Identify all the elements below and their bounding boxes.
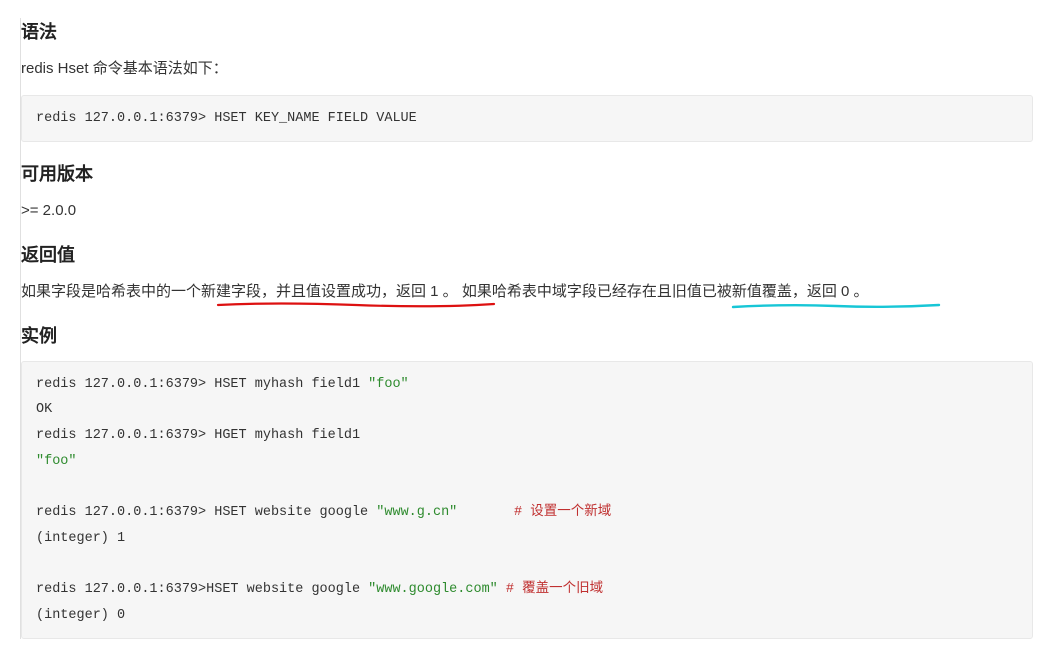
code-line: redis 127.0.0.1:6379> HSET KEY_NAME FIEL… xyxy=(36,106,1018,132)
code-line xyxy=(36,474,1018,500)
code-text: (integer) 0 xyxy=(36,608,125,623)
code-comment: # 设置一个新域 xyxy=(514,505,611,520)
return-text-a: 如果字段是哈希表中的一个新建字段，并且值设置成功，返回 1 。 xyxy=(21,283,462,300)
code-text: redis 127.0.0.1:6379> HGET myhash field1 xyxy=(36,428,360,443)
heading-return: 返回值 xyxy=(21,241,1033,270)
code-line: redis 127.0.0.1:6379>HSET website google… xyxy=(36,577,1018,603)
code-comment: # 覆盖一个旧域 xyxy=(506,582,603,597)
code-block-example: redis 127.0.0.1:6379> HSET myhash field1… xyxy=(21,361,1033,639)
code-line: redis 127.0.0.1:6379> HGET myhash field1 xyxy=(36,423,1018,449)
heading-example: 实例 xyxy=(21,322,1033,351)
code-string: "www.google.com" xyxy=(368,582,498,597)
code-line xyxy=(36,551,1018,577)
heading-version: 可用版本 xyxy=(21,160,1033,189)
doc-content: 语法 redis Hset 命令基本语法如下： redis 127.0.0.1:… xyxy=(20,18,1033,639)
code-block-syntax: redis 127.0.0.1:6379> HSET KEY_NAME FIEL… xyxy=(21,95,1033,143)
code-text: redis 127.0.0.1:6379>HSET website google xyxy=(36,582,368,597)
version-text: >= 2.0.0 xyxy=(21,199,1033,223)
code-pad xyxy=(498,582,506,597)
return-text-b: 如果哈希表中域字段已经存在且旧值已被新值覆盖，返回 0 。 xyxy=(462,283,869,300)
code-line: (integer) 1 xyxy=(36,526,1018,552)
heading-syntax: 语法 xyxy=(21,18,1033,47)
return-paragraph-wrap: 如果字段是哈希表中的一个新建字段，并且值设置成功，返回 1 。 如果哈希表中域字… xyxy=(21,280,1033,304)
code-string: "www.g.cn" xyxy=(376,505,457,520)
code-string: "foo" xyxy=(36,454,77,469)
code-pad xyxy=(457,505,514,520)
code-string: "foo" xyxy=(368,377,409,392)
code-line: redis 127.0.0.1:6379> HSET myhash field1… xyxy=(36,372,1018,398)
code-text: redis 127.0.0.1:6379> HSET myhash field1 xyxy=(36,377,368,392)
code-text: redis 127.0.0.1:6379> HSET website googl… xyxy=(36,505,376,520)
code-line: (integer) 0 xyxy=(36,603,1018,629)
syntax-intro: redis Hset 命令基本语法如下： xyxy=(21,57,1033,81)
code-line: "foo" xyxy=(36,449,1018,475)
code-line: redis 127.0.0.1:6379> HSET website googl… xyxy=(36,500,1018,526)
code-line: OK xyxy=(36,397,1018,423)
return-paragraph: 如果字段是哈希表中的一个新建字段，并且值设置成功，返回 1 。 如果哈希表中域字… xyxy=(21,280,1033,304)
code-text: OK xyxy=(36,402,52,417)
code-text: (integer) 1 xyxy=(36,531,125,546)
